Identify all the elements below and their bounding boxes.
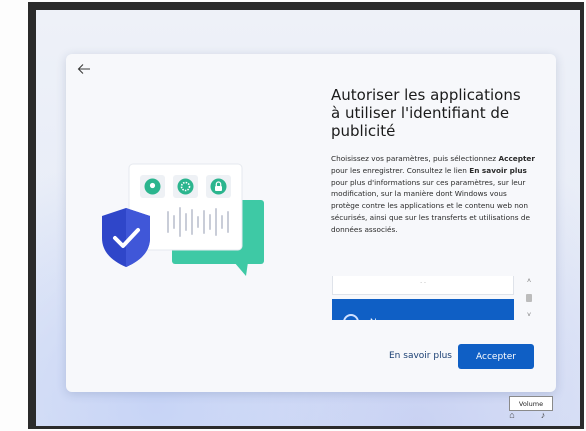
lock-icon [210, 178, 227, 195]
network-icon[interactable]: ⌂ [507, 410, 517, 420]
chevron-down-icon[interactable]: ˅ [524, 311, 534, 321]
location-icon [144, 178, 161, 195]
option-label: N [370, 317, 377, 320]
chevron-up-icon[interactable]: ˄ [524, 277, 534, 287]
option-selected[interactable]: N [332, 299, 514, 320]
back-arrow-icon[interactable] [76, 60, 94, 78]
privacy-illustration [102, 163, 264, 276]
options-list: . . N [332, 276, 514, 320]
shield-check-icon [102, 208, 150, 267]
page-title: Autoriser les applications à utiliser l'… [331, 86, 521, 140]
settings-icon [177, 178, 194, 195]
volume-icon[interactable]: ♪ [538, 410, 548, 420]
description-text: Choisissez vos paramètres, puis sélectio… [331, 154, 535, 234]
learn-more-link[interactable]: En savoir plus [389, 351, 452, 361]
accept-button[interactable]: Accepter [458, 344, 534, 369]
option-unselected[interactable]: . . [332, 276, 514, 295]
options-scrollbar[interactable]: ˄ ˅ [524, 277, 534, 321]
volume-tooltip: Volume [509, 396, 553, 411]
scroll-thumb[interactable] [526, 294, 532, 302]
radio-ring-icon [343, 314, 359, 320]
